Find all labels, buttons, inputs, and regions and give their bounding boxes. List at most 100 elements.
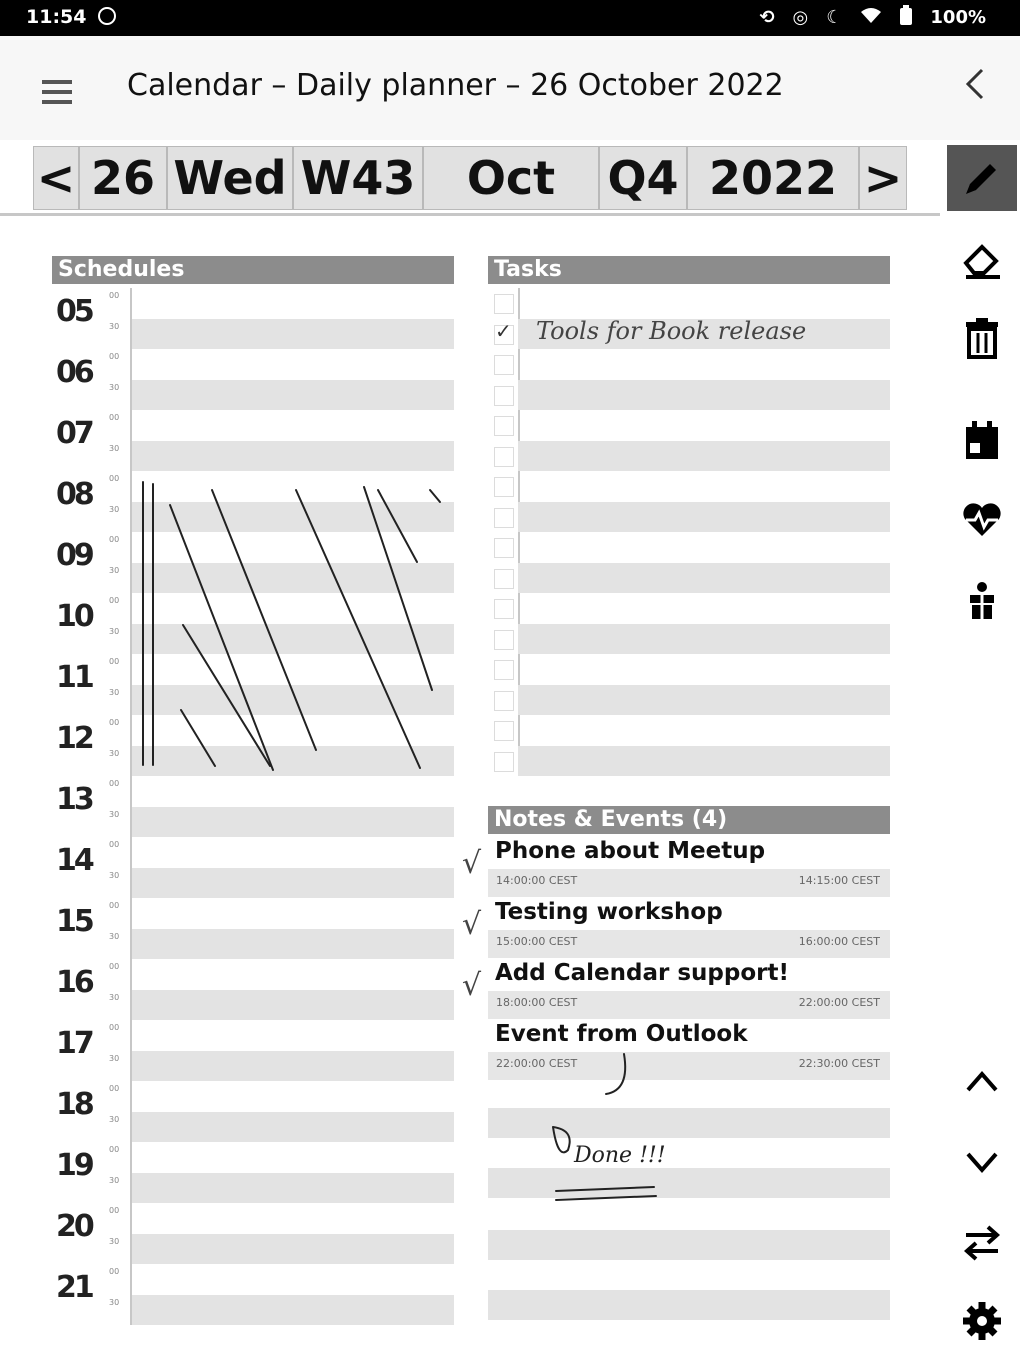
- prev-day-button[interactable]: <: [33, 146, 79, 210]
- task-checkbox[interactable]: [494, 751, 514, 772]
- hour-row[interactable]: 13 00 30: [52, 776, 454, 837]
- day-selector[interactable]: 26: [79, 146, 167, 210]
- tick-label-top: 00: [109, 352, 120, 361]
- tick-label-top: 00: [109, 1267, 120, 1276]
- hour-row[interactable]: 08 00 30: [52, 471, 454, 532]
- empty-note-band: [488, 1108, 890, 1138]
- event-start-time: 18:00:00 CEST: [496, 996, 578, 1009]
- swap-icon[interactable]: [947, 1210, 1017, 1276]
- heart-pulse-icon[interactable]: [947, 487, 1017, 553]
- task-checkbox[interactable]: [494, 477, 514, 497]
- chevron-down-icon[interactable]: [947, 1130, 1017, 1196]
- task-row[interactable]: [488, 654, 890, 684]
- event-end-time: 16:00:00 CEST: [798, 935, 880, 948]
- calendar-today-icon[interactable]: [947, 408, 1017, 474]
- back-chevron-icon[interactable]: [962, 64, 988, 113]
- hour-row[interactable]: 14 00 30: [52, 837, 454, 898]
- menu-icon[interactable]: [42, 80, 72, 110]
- hour-label: 06: [56, 355, 95, 390]
- month-selector[interactable]: Oct: [423, 146, 599, 210]
- tick-label-top: 00: [109, 718, 120, 727]
- task-checkbox[interactable]: [494, 538, 514, 558]
- eraser-icon[interactable]: [947, 226, 1017, 292]
- tick-label-bottom: 30: [109, 993, 120, 1002]
- chevron-up-icon[interactable]: [947, 1048, 1017, 1114]
- task-row[interactable]: [488, 532, 890, 562]
- next-day-button[interactable]: >: [859, 146, 907, 210]
- hour-row[interactable]: 10 00 30: [52, 593, 454, 654]
- hour-row[interactable]: 09 00 30: [52, 532, 454, 593]
- hour-row[interactable]: 06 00 30: [52, 349, 454, 410]
- event-item[interactable]: Add Calendar support! 18:00:00 CEST 22:00:…: [462, 960, 890, 1021]
- hour-label: 15: [56, 904, 95, 939]
- task-row[interactable]: [488, 684, 890, 715]
- gift-icon[interactable]: [947, 568, 1017, 634]
- hour-row[interactable]: 16 00 30: [52, 959, 454, 1020]
- tick-label-top: 00: [109, 474, 120, 483]
- task-row[interactable]: [488, 410, 890, 440]
- hour-row[interactable]: 11 00 30: [52, 654, 454, 715]
- hour-row[interactable]: 07 00 30: [52, 410, 454, 471]
- task-checkbox[interactable]: [494, 629, 514, 650]
- event-item[interactable]: Testing workshop 15:00:00 CEST 16:00:00 CE…: [462, 899, 890, 960]
- quarter-selector[interactable]: Q4: [599, 146, 687, 210]
- half-hour-band: [132, 1173, 454, 1203]
- wifi-icon: [860, 6, 882, 29]
- hour-row[interactable]: 17 00 30: [52, 1020, 454, 1081]
- task-checkbox[interactable]: [494, 721, 514, 741]
- pen-icon[interactable]: [947, 145, 1017, 211]
- task-row[interactable]: ✓ Tools for Book release: [488, 317, 890, 349]
- task-checkbox[interactable]: [494, 507, 514, 528]
- task-checkbox[interactable]: [494, 416, 514, 436]
- settings-icon[interactable]: [947, 1288, 1017, 1354]
- schedules-header: Schedules: [52, 256, 454, 284]
- task-checkbox[interactable]: [494, 294, 514, 314]
- year-selector[interactable]: 2022: [687, 146, 859, 210]
- hour-label: 18: [56, 1087, 95, 1122]
- task-checkbox[interactable]: [494, 385, 514, 406]
- task-row[interactable]: [488, 715, 890, 745]
- task-row[interactable]: [488, 379, 890, 410]
- task-row[interactable]: [488, 623, 890, 654]
- task-row[interactable]: [488, 745, 890, 776]
- schedule-grid[interactable]: 05 00 30 06 00 30 07 00 30 08 00 30 09 00 30 10 00 30 11 00…: [52, 288, 454, 1325]
- event-end-time: 22:00:00 CEST: [798, 996, 880, 1009]
- event-item[interactable]: Phone about Meetup 14:00:00 CEST 14:15:00 …: [462, 838, 890, 899]
- hour-row[interactable]: 15 00 30: [52, 898, 454, 959]
- hour-label: 11: [56, 660, 95, 695]
- tick-label-top: 00: [109, 596, 120, 605]
- task-checkbox[interactable]: [494, 446, 514, 467]
- tick-label-bottom: 30: [109, 871, 120, 880]
- hour-label: 16: [56, 965, 95, 1000]
- task-row[interactable]: [488, 501, 890, 532]
- hour-row[interactable]: 05 00 30: [52, 288, 454, 349]
- hour-row[interactable]: 19 00 30: [52, 1142, 454, 1203]
- trash-icon[interactable]: [947, 305, 1017, 371]
- event-start-time: 14:00:00 CEST: [496, 874, 578, 887]
- weekday-selector[interactable]: Wed: [167, 146, 293, 210]
- week-selector[interactable]: W43: [293, 146, 423, 210]
- battery-icon: [900, 5, 913, 30]
- task-checkbox[interactable]: [494, 690, 514, 711]
- hour-row[interactable]: 12 00 30: [52, 715, 454, 776]
- task-checkbox[interactable]: [494, 660, 514, 680]
- task-row[interactable]: [488, 471, 890, 501]
- task-row[interactable]: [488, 349, 890, 379]
- task-checkbox[interactable]: [494, 599, 514, 619]
- empty-note-band: [488, 1168, 890, 1198]
- hour-row[interactable]: 21 00 30: [52, 1264, 454, 1325]
- event-item[interactable]: Event from Outlook 22:00:00 CEST 22:30:00 …: [488, 1021, 890, 1082]
- hour-row[interactable]: 18 00 30: [52, 1081, 454, 1142]
- task-checkbox[interactable]: [494, 355, 514, 375]
- event-end-time: 22:30:00 CEST: [798, 1057, 880, 1070]
- task-list[interactable]: ✓ Tools for Book release: [488, 288, 890, 776]
- task-band: [518, 501, 890, 532]
- task-row[interactable]: [488, 288, 890, 318]
- hour-row[interactable]: 20 00 30: [52, 1203, 454, 1264]
- notes-events-list[interactable]: Phone about Meetup 14:00:00 CEST 14:15:00 …: [462, 838, 890, 1326]
- task-row[interactable]: [488, 440, 890, 471]
- task-row[interactable]: [488, 593, 890, 623]
- task-row[interactable]: [488, 562, 890, 593]
- half-hour-band: [132, 624, 454, 654]
- task-checkbox[interactable]: [494, 568, 514, 589]
